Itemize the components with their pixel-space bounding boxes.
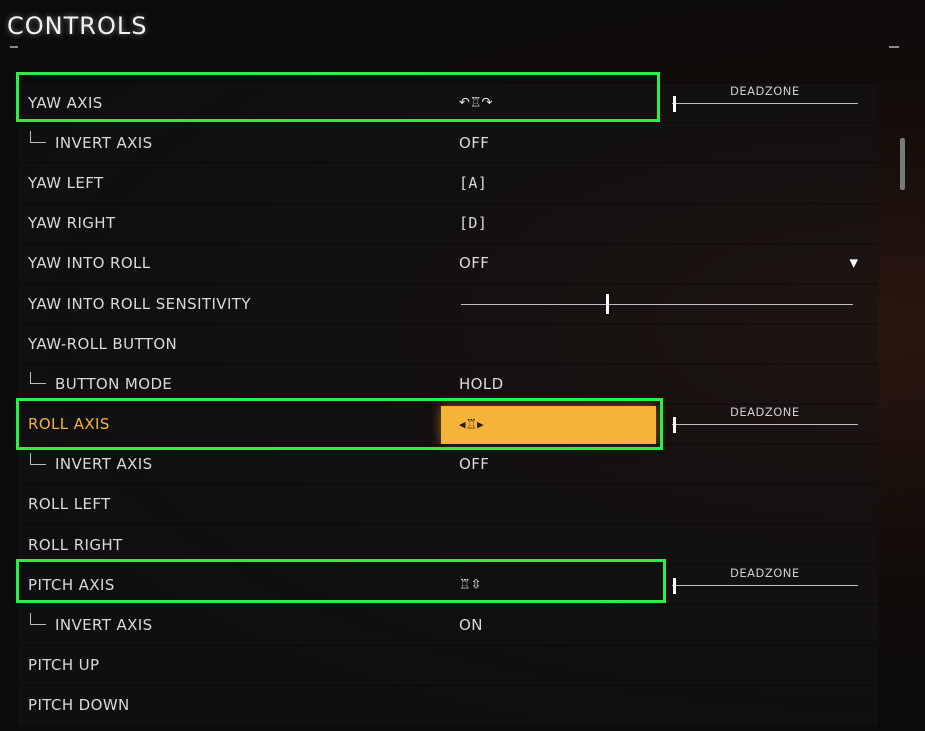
row-yaw-right[interactable]: YAW RIGHT [D] (18, 202, 878, 243)
row-label: YAW INTO ROLL SENSITIVITY (28, 294, 251, 313)
row-label: PITCH DOWN (28, 696, 130, 715)
chevron-down-icon[interactable]: ▼ (850, 257, 858, 270)
row-value: OFF (459, 455, 490, 474)
scrollbar[interactable] (900, 138, 905, 190)
row-value: HOLD (459, 374, 504, 393)
row-value: ON (459, 616, 483, 635)
yaw-deadzone-slider[interactable]: DEADZONE (672, 82, 862, 122)
row-label: BUTTON MODE (55, 374, 173, 393)
row-roll-right[interactable]: ROLL RIGHT (18, 524, 878, 565)
pitch-deadzone-slider[interactable]: DEADZONE (672, 564, 862, 604)
row-label: INVERT AXIS (55, 133, 153, 152)
row-label: PITCH AXIS (28, 575, 115, 594)
row-label: YAW RIGHT (28, 214, 116, 233)
row-label: YAW-ROLL BUTTON (28, 334, 178, 353)
deadzone-label: DEADZONE (730, 405, 800, 419)
row-roll-invert-axis[interactable]: INVERT AXIS OFF (18, 443, 878, 484)
row-label: YAW LEFT (28, 173, 104, 192)
active-binding-field[interactable]: ◂♖▸ (441, 405, 656, 444)
row-yaw-into-roll[interactable]: YAW INTO ROLL OFF ▼ (18, 242, 878, 283)
row-roll-left[interactable]: ROLL LEFT (18, 483, 878, 525)
sub-item-connector (30, 372, 46, 385)
title-divider-left (10, 46, 18, 48)
row-label: ROLL LEFT (28, 495, 111, 514)
row-button-mode[interactable]: BUTTON MODE HOLD (18, 363, 878, 404)
row-pitch-down[interactable]: PITCH DOWN (18, 684, 878, 725)
row-yaw-into-roll-sensitivity: YAW INTO ROLL SENSITIVITY (18, 282, 878, 324)
roll-deadzone-slider[interactable]: DEADZONE (672, 403, 862, 443)
row-label: YAW INTO ROLL (28, 254, 151, 273)
sensitivity-slider-track[interactable] (461, 303, 853, 305)
title-divider-right (889, 46, 899, 48)
deadzone-thumb[interactable] (673, 578, 676, 594)
page-title: CONTROLS (7, 12, 148, 40)
roll-joystick-icon: ◂♖▸ (459, 417, 484, 432)
key-binding: [D] (459, 214, 488, 233)
deadzone-label: DEADZONE (730, 566, 800, 580)
deadzone-track[interactable] (672, 585, 858, 586)
yaw-joystick-icon: ↶♖↷ (459, 95, 493, 111)
row-label: YAW AXIS (28, 93, 103, 112)
row-label: ROLL AXIS (28, 415, 110, 434)
row-yaw-invert-axis[interactable]: INVERT AXIS OFF (18, 122, 878, 163)
deadzone-track[interactable] (672, 424, 858, 425)
deadzone-label: DEADZONE (730, 84, 800, 98)
row-value: OFF (459, 133, 490, 152)
key-binding: [A] (459, 173, 488, 192)
row-pitch-up[interactable]: PITCH UP (18, 644, 878, 685)
row-label: INVERT AXIS (55, 616, 153, 635)
row-label: INVERT AXIS (55, 455, 153, 474)
sub-item-connector (30, 131, 46, 144)
row-label: PITCH UP (28, 656, 100, 675)
row-pitch-invert-axis[interactable]: INVERT AXIS ON (18, 604, 878, 645)
deadzone-track[interactable] (672, 103, 858, 104)
dropdown-value: OFF (459, 254, 490, 273)
pitch-joystick-icon: ♖⇳ (459, 577, 482, 593)
sub-item-connector (30, 613, 46, 626)
row-yaw-roll-button[interactable]: YAW-ROLL BUTTON (18, 323, 878, 364)
row-label: ROLL RIGHT (28, 535, 123, 554)
deadzone-thumb[interactable] (673, 96, 676, 112)
row-yaw-left[interactable]: YAW LEFT [A] (18, 162, 878, 203)
deadzone-thumb[interactable] (673, 417, 676, 433)
sensitivity-slider-thumb[interactable] (606, 293, 610, 314)
sub-item-connector (30, 452, 46, 465)
